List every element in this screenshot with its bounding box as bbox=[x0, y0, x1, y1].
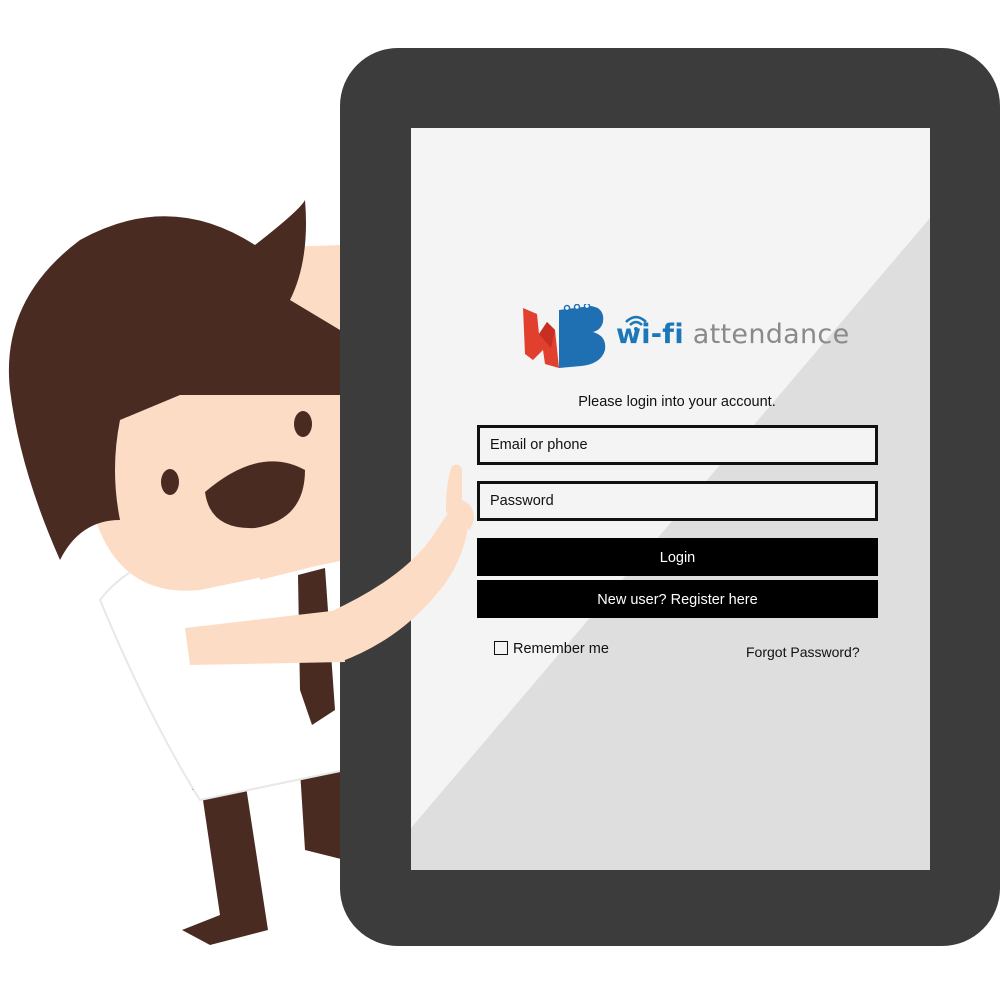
logo-wordmark: wi-fi attendance bbox=[616, 319, 850, 351]
tablet-screen: wi-fi attendance Please login into your … bbox=[411, 128, 930, 870]
register-button[interactable]: New user? Register here bbox=[477, 580, 878, 618]
wifi-attendance-logo: wi-fi attendance bbox=[523, 304, 849, 368]
remember-me-label: Remember me bbox=[513, 641, 609, 657]
remember-me-option[interactable]: Remember me bbox=[494, 639, 609, 659]
character-left-eye bbox=[161, 469, 179, 495]
promo-stage: wi-fi attendance Please login into your … bbox=[0, 0, 1000, 1000]
tablet-device: wi-fi attendance Please login into your … bbox=[340, 48, 1000, 946]
login-button[interactable]: Login bbox=[477, 538, 878, 576]
login-page: wi-fi attendance Please login into your … bbox=[411, 128, 930, 870]
password-field[interactable] bbox=[477, 481, 878, 521]
remember-me-checkbox[interactable] bbox=[494, 640, 508, 655]
login-instruction: Please login into your account. bbox=[578, 394, 776, 410]
logo-attendance-word: attendance bbox=[692, 319, 850, 350]
logo-wb-icon bbox=[523, 304, 606, 368]
email-field[interactable] bbox=[477, 425, 878, 465]
forgot-password-link[interactable]: Forgot Password? bbox=[746, 644, 860, 660]
character-right-eye bbox=[294, 411, 312, 437]
logo-wifi-word: wi-fi bbox=[616, 319, 684, 350]
